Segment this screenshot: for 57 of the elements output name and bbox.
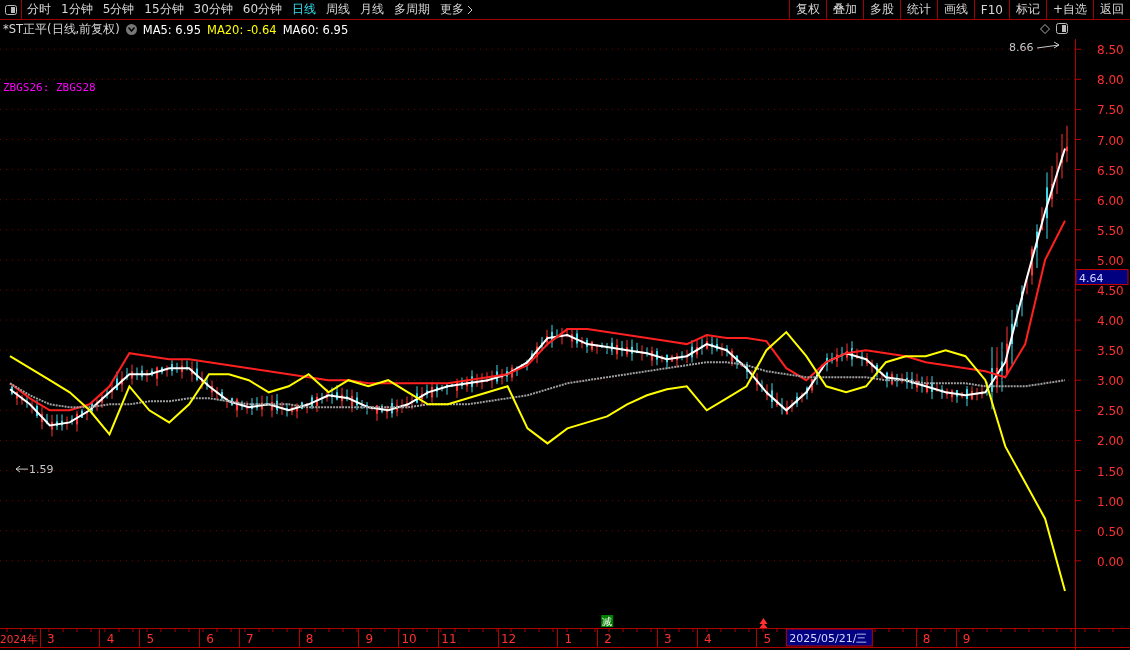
period-tab[interactable]: 30分钟 <box>188 0 238 19</box>
indicator-value: MA60: 6.95 <box>282 22 349 37</box>
axis-label: 7.00 <box>1097 133 1124 148</box>
axis-label: 0.00 <box>1097 554 1124 569</box>
axis-label: 9 <box>962 632 971 646</box>
period-tab[interactable]: 更多 <box>435 0 479 19</box>
cursor-date-tag: 2025/05/21/三 <box>785 628 873 647</box>
axis-label: 1.50 <box>1097 464 1124 479</box>
axis-label: 8 <box>305 632 314 646</box>
period-tab[interactable]: 分时 <box>22 0 56 19</box>
axis-label: 4 <box>703 632 712 646</box>
axis-label: 11 <box>441 632 457 646</box>
axis-label: 3 <box>664 632 672 646</box>
axis-label: 5.00 <box>1097 253 1124 268</box>
current-price-tag: 4.64 <box>1075 269 1129 286</box>
axis-label: 3.00 <box>1097 374 1124 389</box>
indicator-name: ZBGS26: ZBGS28 <box>3 81 96 94</box>
period-tab[interactable]: 60分钟 <box>237 0 288 19</box>
indicator-value: MA5: 6.95 <box>142 22 201 37</box>
axis-label: 2.50 <box>1097 404 1124 419</box>
axis-label: 6.50 <box>1097 163 1124 178</box>
axis-label: 2 <box>604 632 612 646</box>
axis-label: 4.50 <box>1097 283 1124 298</box>
signal-marker: 减 <box>601 615 614 627</box>
indicator-value: MA20: -0.64 <box>206 22 277 37</box>
axis-label: 2.00 <box>1097 434 1124 449</box>
axis-label: 3 <box>46 632 55 646</box>
axis-label: 7 <box>246 632 254 646</box>
period-tab[interactable]: 日线 <box>287 0 322 19</box>
axis-label: 1 <box>564 632 573 646</box>
low-price-label: 1.59 <box>29 463 54 477</box>
axis-label: 8 <box>922 632 931 646</box>
period-tab[interactable]: 5分钟 <box>97 0 140 19</box>
axis-label: 6 <box>206 632 214 646</box>
axis-label: 1.00 <box>1097 494 1124 509</box>
stock-title: *ST正平(日线,前复权) <box>3 22 120 37</box>
axis-label: 4 <box>106 632 115 646</box>
year-label: 2024年 <box>0 633 38 645</box>
period-tab[interactable]: 1分钟 <box>56 0 98 19</box>
axis-label: 8.50 <box>1097 43 1124 58</box>
high-price-label: 8.66 <box>1009 41 1034 54</box>
axis-label: 12 <box>501 632 517 646</box>
period-tab[interactable]: 月线 <box>355 0 390 19</box>
axis-label: 5 <box>146 632 155 646</box>
axis-label: 4.00 <box>1097 314 1124 329</box>
axis-label: 5 <box>763 632 772 646</box>
axis-label: 10 <box>401 632 417 646</box>
period-tab[interactable]: 多周期 <box>389 0 436 19</box>
period-tab[interactable]: 15分钟 <box>139 0 189 19</box>
axis-label: 7.50 <box>1097 103 1124 118</box>
axis-label: 8.00 <box>1097 73 1124 88</box>
axis-label: 5.50 <box>1097 223 1124 238</box>
axis-label: 0.50 <box>1097 524 1124 539</box>
axis-label: 9 <box>365 632 374 646</box>
axis-label: 3.50 <box>1097 344 1124 359</box>
period-tab[interactable]: 周线 <box>321 0 356 19</box>
axis-label: 6.00 <box>1097 193 1124 208</box>
